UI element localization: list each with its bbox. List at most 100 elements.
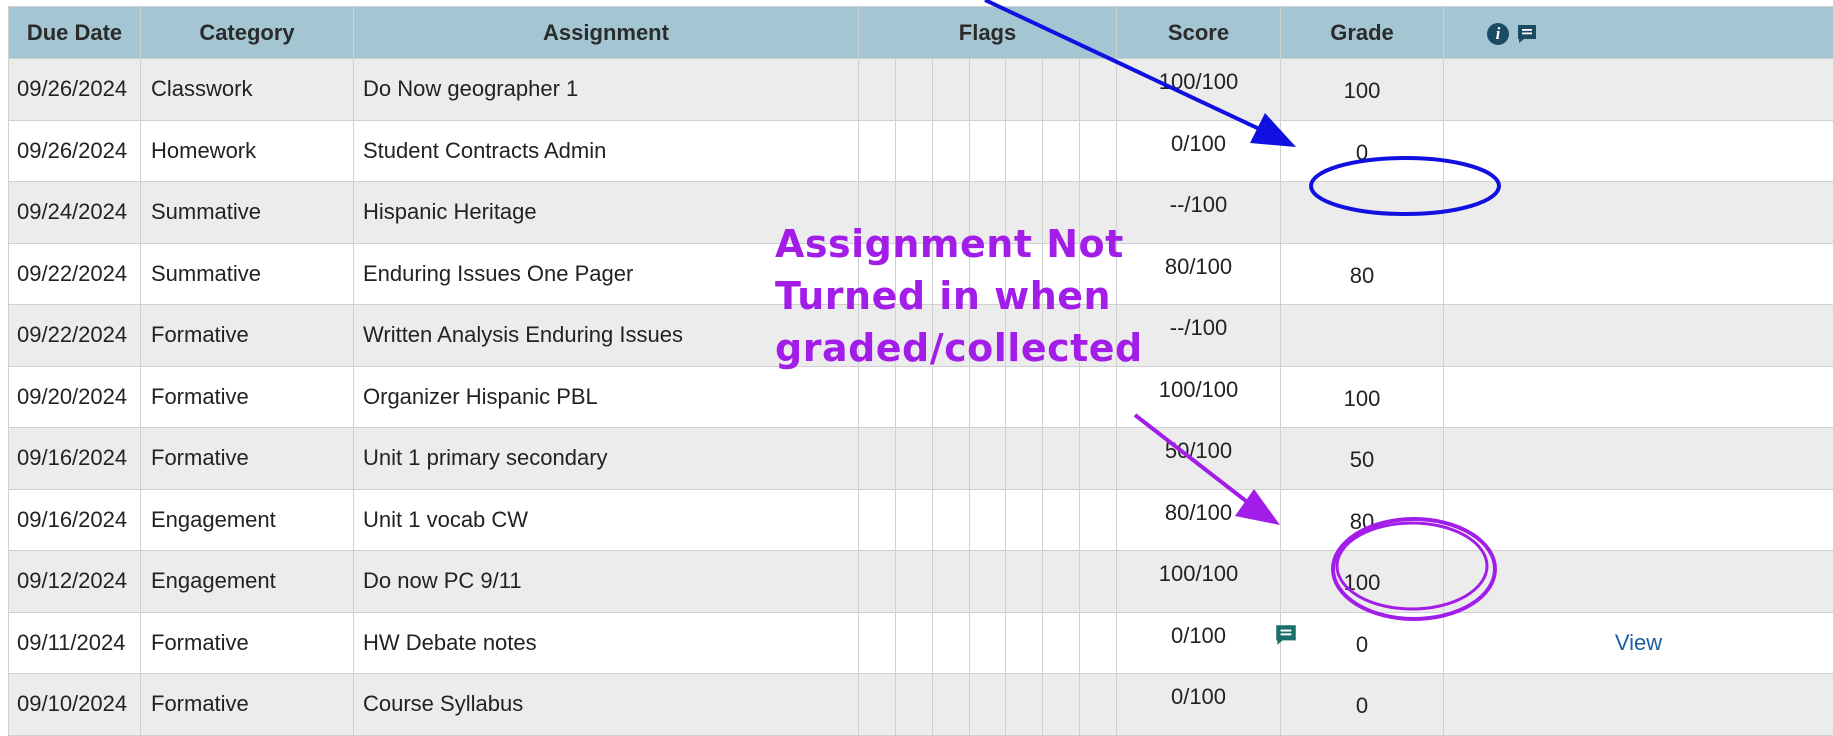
due-date-cell: 09/22/2024 bbox=[9, 305, 141, 367]
category-cell: Homework bbox=[141, 120, 354, 182]
category-cell: Summative bbox=[141, 243, 354, 305]
table-row[interactable]: 09/26/2024HomeworkStudent Contracts Admi… bbox=[9, 120, 1833, 182]
flags-cell bbox=[859, 59, 1117, 121]
action-cell bbox=[1444, 674, 1833, 736]
due-date-cell: 09/26/2024 bbox=[9, 59, 141, 121]
grade-cell: 0 bbox=[1281, 120, 1444, 182]
score-value: 0/100 bbox=[1171, 684, 1226, 709]
score-cell: 100/100 bbox=[1117, 366, 1281, 428]
header-actions: i bbox=[1444, 7, 1833, 59]
due-date-cell: 09/16/2024 bbox=[9, 428, 141, 490]
header-category[interactable]: Category bbox=[141, 7, 354, 59]
action-cell bbox=[1444, 305, 1833, 367]
action-cell bbox=[1444, 120, 1833, 182]
category-cell: Formative bbox=[141, 674, 354, 736]
action-cell bbox=[1444, 366, 1833, 428]
action-cell bbox=[1444, 182, 1833, 244]
comment-icon[interactable] bbox=[1515, 22, 1539, 46]
grade-cell: 80 bbox=[1281, 489, 1444, 551]
action-cell bbox=[1444, 59, 1833, 121]
grade-cell: 100 bbox=[1281, 366, 1444, 428]
score-value: 50/100 bbox=[1165, 438, 1232, 463]
category-cell: Classwork bbox=[141, 59, 354, 121]
assignment-cell[interactable]: Student Contracts Admin bbox=[354, 120, 859, 182]
score-value: 0/100 bbox=[1171, 131, 1226, 156]
score-value: 100/100 bbox=[1159, 561, 1239, 586]
view-link[interactable]: View bbox=[1615, 630, 1662, 655]
header-due-date[interactable]: Due Date bbox=[9, 7, 141, 59]
assignment-cell[interactable]: HW Debate notes bbox=[354, 612, 859, 674]
score-value: 100/100 bbox=[1159, 69, 1239, 94]
category-cell: Engagement bbox=[141, 489, 354, 551]
grade-cell: 100 bbox=[1281, 59, 1444, 121]
action-cell: View bbox=[1444, 612, 1833, 674]
category-cell: Formative bbox=[141, 305, 354, 367]
assignment-cell[interactable]: Organizer Hispanic PBL bbox=[354, 366, 859, 428]
score-value: --/100 bbox=[1170, 315, 1227, 340]
table-row[interactable]: 09/20/2024FormativeOrganizer Hispanic PB… bbox=[9, 366, 1833, 428]
category-cell: Formative bbox=[141, 428, 354, 490]
score-value: 80/100 bbox=[1165, 254, 1232, 279]
grade-cell bbox=[1281, 182, 1444, 244]
score-value: 0/100 bbox=[1171, 623, 1226, 648]
assignment-cell[interactable]: Do Now geographer 1 bbox=[354, 59, 859, 121]
assignment-cell[interactable]: Unit 1 primary secondary bbox=[354, 428, 859, 490]
category-cell: Formative bbox=[141, 366, 354, 428]
flags-cell bbox=[859, 366, 1117, 428]
score-cell: 100/100 bbox=[1117, 59, 1281, 121]
header-row: Due Date Category Assignment Flags Score… bbox=[9, 7, 1833, 59]
score-cell: 0/100 bbox=[1117, 612, 1281, 674]
info-icon[interactable]: i bbox=[1487, 23, 1509, 45]
action-cell bbox=[1444, 489, 1833, 551]
due-date-cell: 09/12/2024 bbox=[9, 551, 141, 613]
action-cell bbox=[1444, 428, 1833, 490]
flags-cell bbox=[859, 551, 1117, 613]
due-date-cell: 09/10/2024 bbox=[9, 674, 141, 736]
score-cell: 0/100 bbox=[1117, 120, 1281, 182]
table-row[interactable]: 09/10/2024FormativeCourse Syllabus0/1000 bbox=[9, 674, 1833, 736]
table-row[interactable]: 09/26/2024ClassworkDo Now geographer 1 10… bbox=[9, 59, 1833, 121]
category-cell: Engagement bbox=[141, 551, 354, 613]
table-row[interactable]: 09/11/2024FormativeHW Debate notes 0/100 0… bbox=[9, 612, 1833, 674]
category-cell: Formative bbox=[141, 612, 354, 674]
grade-cell: 50 bbox=[1281, 428, 1444, 490]
grade-cell: 80 bbox=[1281, 243, 1444, 305]
header-assignment[interactable]: Assignment bbox=[354, 7, 859, 59]
score-value: 80/100 bbox=[1165, 500, 1232, 525]
score-cell: 100/100 bbox=[1117, 551, 1281, 613]
due-date-cell: 09/16/2024 bbox=[9, 489, 141, 551]
assignment-cell[interactable]: Unit 1 vocab CW bbox=[354, 489, 859, 551]
grade-cell: 0 bbox=[1281, 612, 1444, 674]
annotation-note: Assignment Not Turned in when graded/col… bbox=[775, 218, 1143, 374]
grade-cell: 100 bbox=[1281, 551, 1444, 613]
action-cell bbox=[1444, 551, 1833, 613]
grade-cell bbox=[1281, 305, 1444, 367]
table-row[interactable]: 09/16/2024EngagementUnit 1 vocab CW 80/10… bbox=[9, 489, 1833, 551]
flags-cell bbox=[859, 120, 1117, 182]
assignment-cell[interactable]: Course Syllabus bbox=[354, 674, 859, 736]
flags-cell bbox=[859, 489, 1117, 551]
comment-icon[interactable] bbox=[1273, 622, 1299, 648]
flags-cell bbox=[859, 674, 1117, 736]
due-date-cell: 09/22/2024 bbox=[9, 243, 141, 305]
score-cell: 80/100 bbox=[1117, 489, 1281, 551]
category-cell: Summative bbox=[141, 182, 354, 244]
annotation-line: Assignment Not bbox=[775, 218, 1143, 270]
table-row[interactable]: 09/16/2024FormativeUnit 1 primary second… bbox=[9, 428, 1833, 490]
action-cell bbox=[1444, 243, 1833, 305]
annotation-line: graded/collected bbox=[775, 322, 1143, 374]
score-value: 100/100 bbox=[1159, 377, 1239, 402]
due-date-cell: 09/11/2024 bbox=[9, 612, 141, 674]
table-row[interactable]: 09/12/2024EngagementDo now PC 9/11 100/10… bbox=[9, 551, 1833, 613]
due-date-cell: 09/20/2024 bbox=[9, 366, 141, 428]
header-grade[interactable]: Grade bbox=[1281, 7, 1444, 59]
score-value: --/100 bbox=[1170, 192, 1227, 217]
header-flags: Flags bbox=[859, 7, 1117, 59]
due-date-cell: 09/26/2024 bbox=[9, 120, 141, 182]
assignment-cell[interactable]: Do now PC 9/11 bbox=[354, 551, 859, 613]
header-score[interactable]: Score bbox=[1117, 7, 1281, 59]
annotation-line: Turned in when bbox=[775, 270, 1143, 322]
flags-cell bbox=[859, 428, 1117, 490]
due-date-cell: 09/24/2024 bbox=[9, 182, 141, 244]
score-cell: 50/100 bbox=[1117, 428, 1281, 490]
